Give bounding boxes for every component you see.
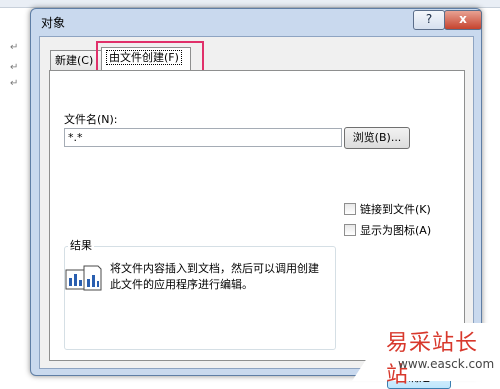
result-description: 将文件内容插入到文档，然后可以调用创建此文件的应用程序进行编辑。	[110, 262, 319, 291]
paragraph-mark: ↵	[10, 78, 19, 89]
link-to-file-checkbox[interactable]: 链接到文件(K)	[344, 201, 431, 217]
result-label: 结果	[68, 237, 94, 253]
dialog-titlebar[interactable]: 对象 ? x	[31, 9, 482, 33]
link-to-file-label: 链接到文件(K)	[360, 203, 431, 216]
tab-panel: 文件名(N): *.* 浏览(B)... 链接到文件(K) 显示为图标(A) 结…	[49, 70, 465, 389]
display-as-icon-checkbox[interactable]: 显示为图标(A)	[344, 222, 431, 238]
paragraph-mark: ↵	[10, 42, 19, 53]
display-as-icon-label: 显示为图标(A)	[360, 224, 432, 237]
filename-input[interactable]: *.*	[64, 128, 342, 147]
embedded-document-icon	[65, 265, 102, 291]
paragraph-mark: ↵	[10, 62, 19, 73]
checkbox-box[interactable]	[344, 224, 356, 236]
object-dialog: 对象 ? x 新建(C) 由文件创建(F) 文件名(N): *.* 浏览(B).…	[30, 8, 482, 389]
dialog-client: 新建(C) 由文件创建(F) 文件名(N): *.* 浏览(B)... 链接到文…	[39, 36, 474, 389]
close-button[interactable]: x	[444, 10, 482, 30]
browse-button[interactable]: 浏览(B)...	[344, 127, 410, 149]
checkbox-box[interactable]	[344, 203, 356, 215]
filename-label: 文件名(N):	[64, 113, 118, 126]
watermark: 易采站长站 www.easck.com	[384, 323, 500, 388]
help-button[interactable]: ?	[413, 10, 445, 30]
dialog-title: 对象	[41, 16, 66, 30]
document-ribbon-strip	[0, 0, 500, 8]
watermark-url: www.easck.com	[398, 357, 495, 371]
